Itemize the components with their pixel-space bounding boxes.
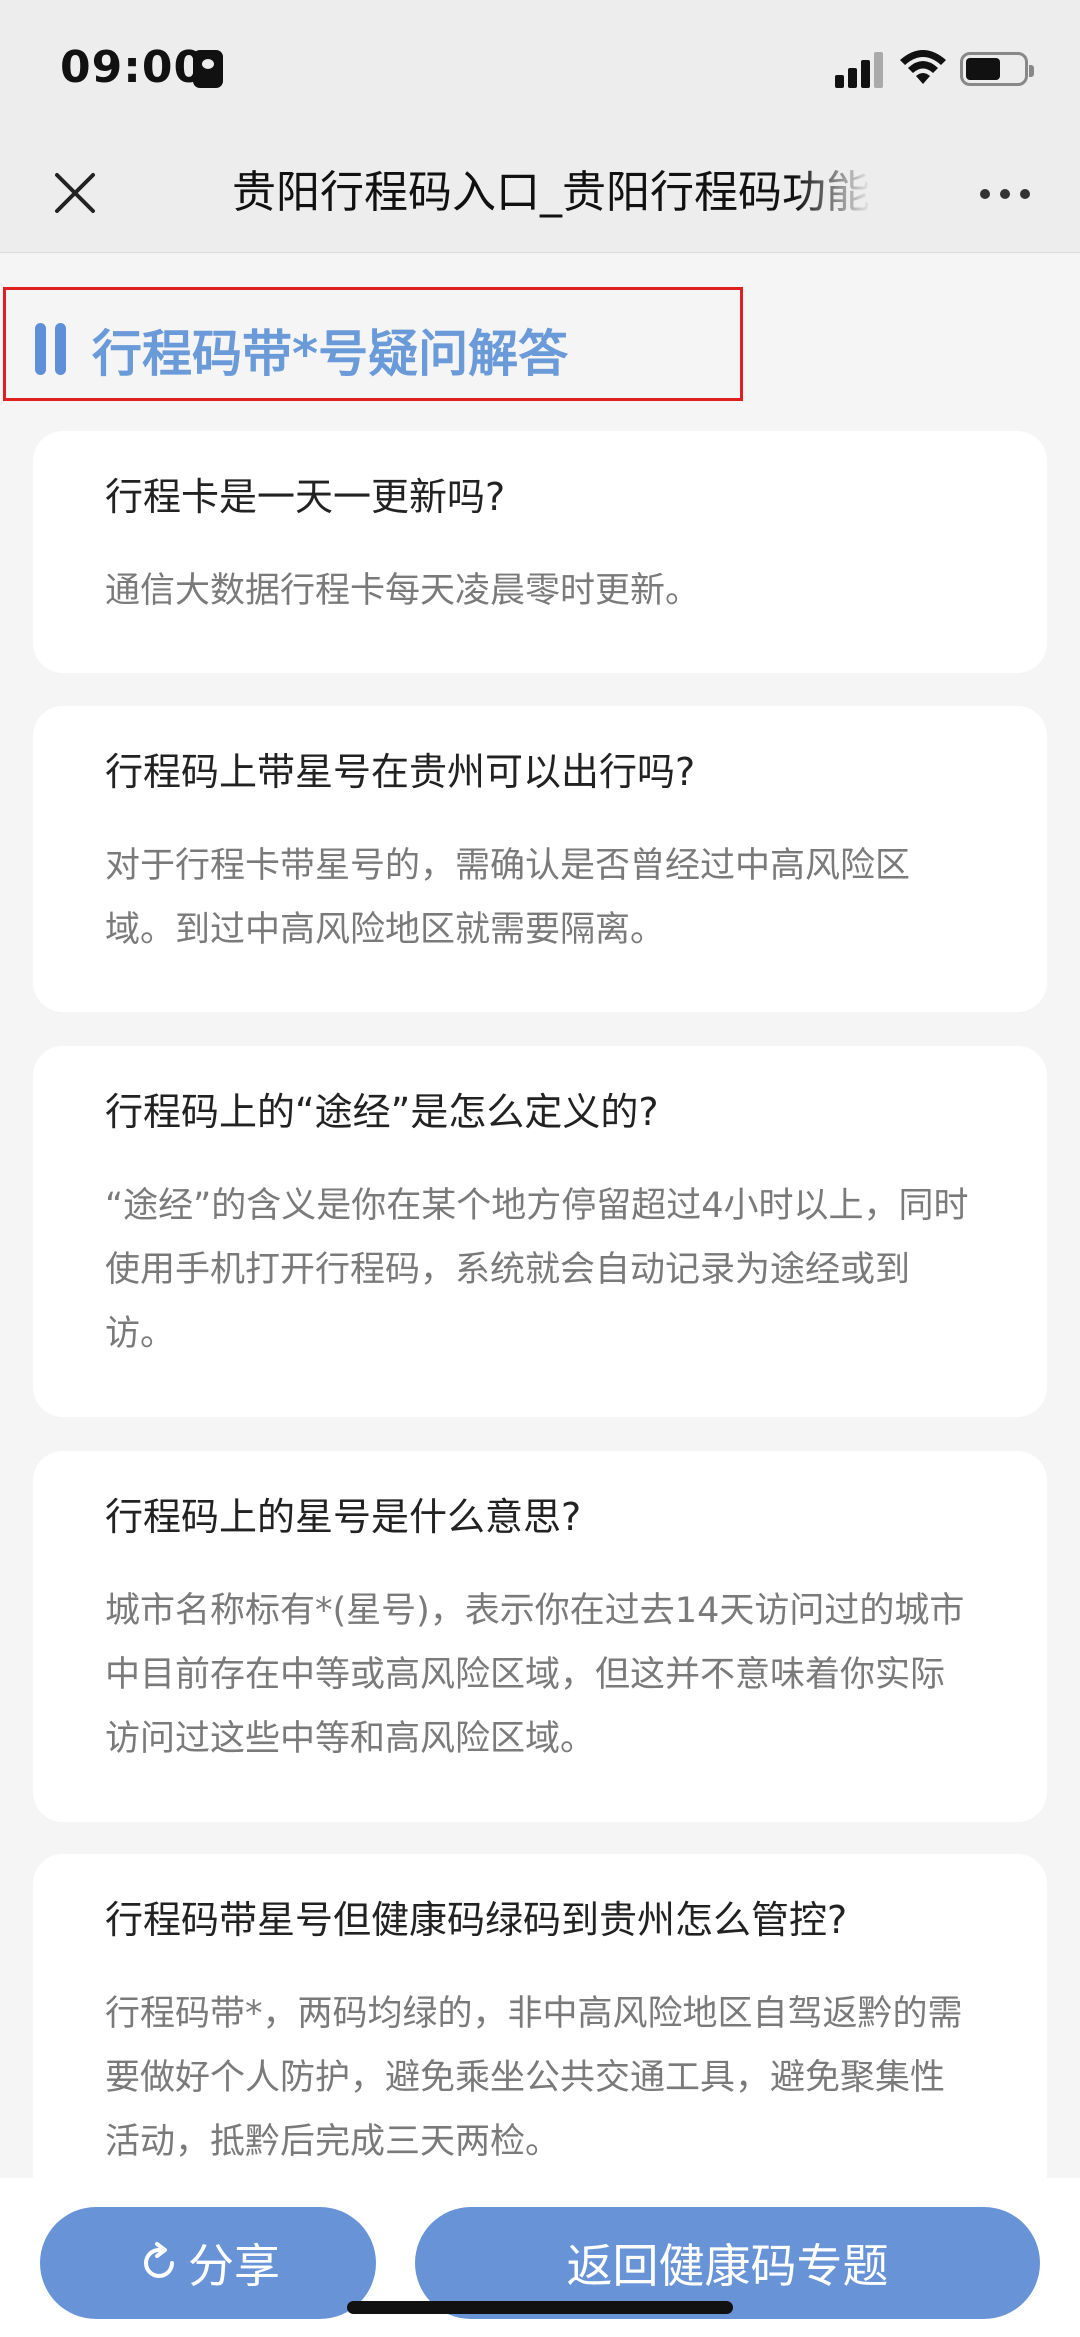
status-time: 09:00 <box>60 42 206 93</box>
faq-card: 行程码上的“途经”是怎么定义的? “途经”的含义是你在某个地方停留超过4小时以上… <box>33 1046 1047 1417</box>
wifi-icon <box>900 50 946 84</box>
close-icon <box>55 173 95 213</box>
more-options-button[interactable] <box>975 163 1035 223</box>
faq-card: 行程码上带星号在贵州可以出行吗? 对于行程卡带星号的，需确认是否曾经过中高风险区… <box>33 706 1047 1012</box>
faq-question: 行程码上的“途经”是怎么定义的? <box>105 1090 659 1134</box>
nav-bar: 贵阳行程码入口_贵阳行程码功能 <box>0 135 1080 253</box>
close-button[interactable] <box>45 163 105 223</box>
share-icon <box>144 2242 174 2278</box>
faq-question: 行程码上的星号是什么意思? <box>105 1495 582 1539</box>
status-bar: 09:00 <box>0 0 1080 135</box>
portrait-lock-icon <box>193 50 223 88</box>
home-indicator[interactable] <box>347 2301 733 2314</box>
battery-icon <box>960 52 1034 86</box>
more-dots-icon <box>980 189 990 199</box>
faq-answer: “途经”的含义是你在某个地方停留超过4小时以上，同时使用手机打开行程码，系统就会… <box>105 1186 969 1354</box>
faq-card: 行程卡是一天一更新吗? 通信大数据行程卡每天凌晨零时更新。 <box>33 431 1047 673</box>
faq-question: 行程码上带星号在贵州可以出行吗? <box>105 750 696 794</box>
faq-question: 行程码带星号但健康码绿码到贵州怎么管控? <box>105 1898 848 1942</box>
faq-question: 行程卡是一天一更新吗? <box>105 475 506 519</box>
share-label: 分享 <box>188 2239 280 2293</box>
faq-answer: 通信大数据行程卡每天凌晨零时更新。 <box>105 571 701 611</box>
faq-card: 行程码上的星号是什么意思? 城市名称标有*(星号)，表示你在过去14天访问过的城… <box>33 1451 1047 1822</box>
content-area[interactable]: 行程码带*号疑问解答 行程卡是一天一更新吗? 通信大数据行程卡每天凌晨零时更新。… <box>0 254 1080 2274</box>
faq-answer: 对于行程卡带星号的，需确认是否曾经过中高风险区域。到过中高风险地区就需要隔离。 <box>105 846 911 950</box>
faq-answer: 城市名称标有*(星号)，表示你在过去14天访问过的城市中目前存在中等或高风险区域… <box>105 1591 965 1759</box>
page-title: 贵阳行程码入口_贵阳行程码功能 <box>232 167 870 218</box>
section-header: 行程码带*号疑问解答 <box>3 287 743 401</box>
section-title: 行程码带*号疑问解答 <box>92 325 569 383</box>
back-label: 返回健康码专题 <box>566 2239 889 2293</box>
cellular-signal-icon <box>835 48 885 88</box>
share-button[interactable]: 分享 <box>40 2207 376 2319</box>
faq-answer: 行程码带*，两码均绿的，非中高风险地区自驾返黔的需要做好个人防护，避免乘坐公共交… <box>105 1994 963 2162</box>
